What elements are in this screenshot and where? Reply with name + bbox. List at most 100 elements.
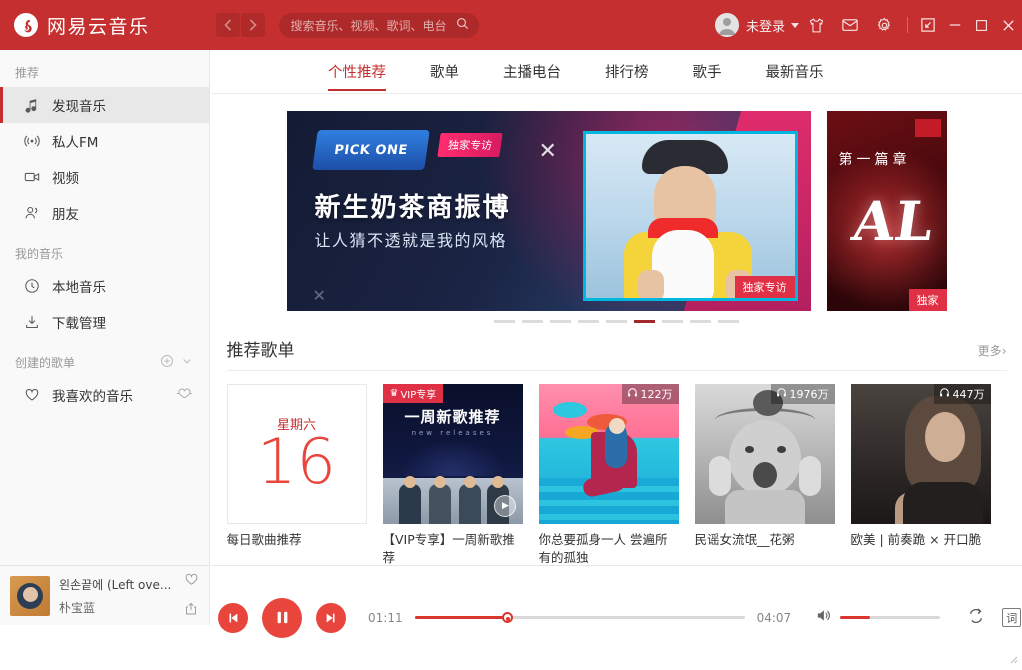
tab-artists[interactable]: 歌手 [693,50,722,94]
banner-slide-side[interactable]: 第一篇章 AL 独家 [826,111,947,311]
carousel-dot[interactable] [522,320,543,323]
calendar-day: 16 [257,424,336,498]
lyrics-icon[interactable]: 词 [1002,608,1022,627]
sidebar-item-discover[interactable]: 发现音乐 [0,87,209,123]
repeat-icon[interactable] [966,606,986,630]
carousel-dot[interactable] [606,320,627,323]
playlist-card-folk[interactable]: 1976万 民谣女流氓__花粥 [694,384,835,565]
content-scroll-area[interactable]: PICK ONE 独家专访 新生奶茶商振博 让人猜不透就是我的风格 ✕ ✕ 独家… [211,94,1022,565]
sidebar-item-local-music[interactable]: 本地音乐 [0,268,209,304]
playlist-cover[interactable]: 1976万 [694,384,835,524]
heart-sparkle-icon[interactable] [176,387,209,404]
sidebar-item-video[interactable]: 视频 [0,159,209,195]
previous-track-button[interactable] [218,602,248,633]
banner-tag: 独家专访 [436,133,503,157]
carousel-dot[interactable] [550,320,571,323]
cover-shape [744,446,754,453]
play-pause-button[interactable] [262,597,302,638]
section-more-label: 更多 [977,344,1002,358]
heart-outline-icon [24,387,44,403]
user-menu-button[interactable]: 未登录 [714,13,799,37]
resize-grip-icon[interactable] [1008,654,1018,667]
sidebar-item-my-favorite-music[interactable]: 我喜欢的音乐 [0,377,209,413]
playlist-title[interactable]: 民谣女流氓__花粥 [695,531,835,549]
search-input[interactable]: 搜索音乐、视频、歌词、电台 [278,12,479,38]
playlist-cover[interactable]: 447万 [850,384,991,524]
carousel-dot[interactable] [578,320,599,323]
banner-title: 新生奶茶商振博 [314,193,511,223]
cover-shape [552,402,587,418]
tshirt-skin-icon[interactable] [799,0,833,50]
speaker-icon[interactable] [815,607,832,628]
mini-mode-icon[interactable] [914,0,941,50]
mail-icon[interactable] [833,0,867,50]
chevron-down-icon[interactable] [181,355,193,370]
playlist-card-lonely[interactable]: 122万 你总要孤身一人 尝遍所有的孤独 [538,384,679,565]
sidebar-item-label: 本地音乐 [52,280,106,296]
playlist-title[interactable]: 你总要孤身一人 尝遍所有的孤独 [539,531,679,565]
sidebar-item-label: 发现音乐 [52,99,106,115]
section-more-link[interactable]: 更多› [978,342,1007,361]
next-track-button[interactable] [316,602,346,633]
sidebar-item-download-manager[interactable]: 下载管理 [0,304,209,340]
cover-figure [428,476,451,524]
playlist-card-vip-weekly[interactable]: 一周新歌推荐 new releases ♛ VIP专享 ▶ 【VIP专享】一周新… [382,384,523,565]
carousel-dot[interactable] [690,320,711,323]
banner-carousel[interactable]: PICK ONE 独家专访 新生奶茶商振博 让人猜不透就是我的风格 ✕ ✕ 独家… [286,111,947,311]
now-playing-artist[interactable]: 朴宝蓝 [59,599,178,616]
search-icon[interactable] [456,17,469,34]
playlist-title[interactable]: 欧美 | 前奏跪 × 开口脆 [851,531,991,549]
video-camera-icon [24,169,44,185]
cover-figure [398,476,421,524]
close-icon[interactable]: ✕ [313,286,326,305]
progress-slider[interactable] [414,612,745,623]
cover-shape [924,412,965,462]
playlist-title[interactable]: 【VIP专享】一周新歌推荐 [383,531,523,565]
vip-badge: ♛ VIP专享 [382,384,444,403]
banner-photo-tag: 独家专访 [734,276,795,298]
tab-playlists[interactable]: 歌单 [430,50,459,94]
carousel-dot-active[interactable] [634,320,655,323]
section-title: 推荐歌单 [226,341,295,361]
nav-forward-button[interactable] [240,13,265,37]
close-icon[interactable] [995,0,1022,50]
sidebar-item-personal-fm[interactable]: 私人FM [0,123,209,159]
tab-new-music[interactable]: 最新音乐 [766,50,824,94]
play-button-icon[interactable]: ▶ [493,495,516,517]
nav-back-button[interactable] [215,13,240,37]
carousel-dot[interactable] [494,320,515,323]
sidebar: 推荐 发现音乐 私人FM 视频 朋友 我的音乐 本地音乐 下载管理 创建的歌单 … [0,50,210,565]
maximize-icon[interactable] [968,0,995,50]
playlist-cover[interactable]: 122万 [538,384,679,524]
title-bar: 网易云音乐 搜索音乐、视频、歌词、电台 未登录 [0,0,1022,50]
tab-radio[interactable]: 主播电台 [503,50,561,94]
playlist-cover[interactable]: 星期六 16 [226,384,367,524]
close-icon[interactable]: ✕ [539,139,557,164]
carousel-dot[interactable] [718,320,739,323]
banner-subtitle: 让人猜不透就是我的风格 [314,231,508,250]
banner-slide-main[interactable]: PICK ONE 独家专访 新生奶茶商振博 让人猜不透就是我的风格 ✕ ✕ 独家… [286,111,811,311]
playlist-card-daily-recommend[interactable]: 星期六 16 每日歌曲推荐 [226,384,367,565]
playlist-title[interactable]: 每日歌曲推荐 [227,531,367,549]
progress-knob[interactable] [501,612,513,623]
heart-outline-icon[interactable] [184,572,199,591]
tab-charts[interactable]: 排行榜 [605,50,649,94]
playlist-cover[interactable]: 一周新歌推荐 new releases ♛ VIP专享 ▶ [382,384,523,524]
gear-icon[interactable] [867,0,901,50]
tab-label: 个性推荐 [328,65,386,81]
app-logo[interactable]: 网易云音乐 [14,12,150,39]
minimize-icon[interactable] [941,0,968,50]
lyrics-label: 词 [1006,611,1018,625]
tab-personal-recommend[interactable]: 个性推荐 [328,50,386,94]
carousel-dot[interactable] [662,320,683,323]
plus-circle-icon[interactable] [160,354,174,371]
share-icon[interactable] [184,601,199,620]
netease-music-window: 网易云音乐 搜索音乐、视频、歌词、电台 未登录 推荐 发现音乐 私人FM 视频 … [0,0,1022,670]
friends-icon [24,205,44,221]
album-cover[interactable] [10,575,50,616]
playlist-card-western[interactable]: 447万 欧美 | 前奏跪 × 开口脆 [850,384,991,565]
now-playing-title[interactable]: 왼손끝에 (Left ove... [59,576,178,593]
sidebar-item-friends[interactable]: 朋友 [0,195,209,231]
transport-controls [218,597,346,638]
volume-slider[interactable] [840,616,941,619]
